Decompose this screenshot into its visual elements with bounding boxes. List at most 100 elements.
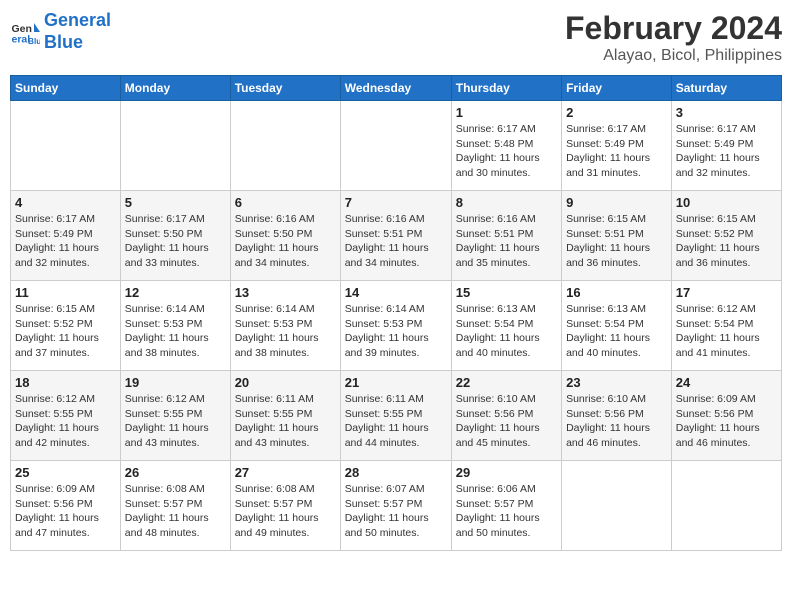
calendar-cell: 10Sunrise: 6:15 AM Sunset: 5:52 PM Dayli…: [671, 191, 781, 281]
page-header: Gen eral Blue GeneralBlue February 2024 …: [10, 10, 782, 65]
calendar-cell: 22 Sunrise: 6:10 AM Sunset: 5:56 PM Dayli…: [451, 371, 561, 461]
calendar-cell: 9 Sunrise: 6:15 AM Sunset: 5:51 PM Daylig…: [562, 191, 672, 281]
calendar-cell: 15 Sunrise: 6:13 AM Sunset: 5:54 PM Dayli…: [451, 281, 561, 371]
calendar-cell: 12 Sunrise: 6:14 AM Sunset: 5:53 PM Dayli…: [120, 281, 230, 371]
day-number: 2: [566, 105, 667, 120]
day-number: 12: [125, 285, 226, 300]
calendar-table: SundayMondayTuesdayWednesdayThursdayFrid…: [10, 75, 782, 551]
calendar-cell: 24 Sunrise: 6:09 AM Sunset: 5:56 PM Dayli…: [671, 371, 781, 461]
day-number: 17: [676, 285, 777, 300]
weekday-header: Saturday: [671, 76, 781, 101]
title-block: February 2024 Alayao, Bicol, Philippines: [565, 10, 782, 65]
day-info: Sunrise: 6:17 AM Sunset: 5:50 PM Dayligh…: [125, 212, 226, 271]
day-number: 4: [15, 195, 116, 210]
day-info: Sunrise: 6:17 AM Sunset: 5:49 PM Dayligh…: [566, 122, 667, 181]
calendar-cell: 27 Sunrise: 6:08 AM Sunset: 5:57 PM Dayli…: [230, 461, 340, 551]
calendar-cell: 29Sunrise: 6:06 AM Sunset: 5:57 PM Dayli…: [451, 461, 561, 551]
day-number: 22: [456, 375, 557, 390]
calendar-week-row: 18Sunrise: 6:12 AM Sunset: 5:55 PM Dayli…: [11, 371, 782, 461]
day-number: 16: [566, 285, 667, 300]
calendar-cell: 4 Sunrise: 6:17 AM Sunset: 5:49 PM Daylig…: [11, 191, 121, 281]
day-info: Sunrise: 6:11 AM Sunset: 5:55 PM Dayligh…: [345, 392, 447, 451]
day-info: Sunrise: 6:14 AM Sunset: 5:53 PM Dayligh…: [125, 302, 226, 361]
day-number: 9: [566, 195, 667, 210]
day-number: 21: [345, 375, 447, 390]
day-info: Sunrise: 6:09 AM Sunset: 5:56 PM Dayligh…: [676, 392, 777, 451]
svg-text:Blue: Blue: [28, 37, 40, 46]
calendar-cell: [671, 461, 781, 551]
day-number: 13: [235, 285, 336, 300]
day-info: Sunrise: 6:15 AM Sunset: 5:52 PM Dayligh…: [15, 302, 116, 361]
day-number: 3: [676, 105, 777, 120]
day-info: Sunrise: 6:14 AM Sunset: 5:53 PM Dayligh…: [235, 302, 336, 361]
day-info: Sunrise: 6:17 AM Sunset: 5:49 PM Dayligh…: [676, 122, 777, 181]
calendar-cell: 7 Sunrise: 6:16 AM Sunset: 5:51 PM Daylig…: [340, 191, 451, 281]
day-info: Sunrise: 6:10 AM Sunset: 5:56 PM Dayligh…: [456, 392, 557, 451]
calendar-week-row: 25Sunrise: 6:09 AM Sunset: 5:56 PM Dayli…: [11, 461, 782, 551]
day-info: Sunrise: 6:16 AM Sunset: 5:51 PM Dayligh…: [345, 212, 447, 271]
day-number: 15: [456, 285, 557, 300]
day-number: 19: [125, 375, 226, 390]
calendar-cell: 16 Sunrise: 6:13 AM Sunset: 5:54 PM Dayli…: [562, 281, 672, 371]
day-info: Sunrise: 6:13 AM Sunset: 5:54 PM Dayligh…: [456, 302, 557, 361]
calendar-cell: [230, 101, 340, 191]
month-title: February 2024: [565, 10, 782, 47]
day-number: 8: [456, 195, 557, 210]
day-info: Sunrise: 6:17 AM Sunset: 5:48 PM Dayligh…: [456, 122, 557, 181]
weekday-header: Wednesday: [340, 76, 451, 101]
day-number: 27: [235, 465, 336, 480]
weekday-header: Thursday: [451, 76, 561, 101]
calendar-week-row: 1 Sunrise: 6:17 AM Sunset: 5:48 PM Daylig…: [11, 101, 782, 191]
day-info: Sunrise: 6:14 AM Sunset: 5:53 PM Dayligh…: [345, 302, 447, 361]
day-number: 23: [566, 375, 667, 390]
calendar-cell: 20 Sunrise: 6:11 AM Sunset: 5:55 PM Dayli…: [230, 371, 340, 461]
calendar-cell: 18Sunrise: 6:12 AM Sunset: 5:55 PM Dayli…: [11, 371, 121, 461]
day-info: Sunrise: 6:11 AM Sunset: 5:55 PM Dayligh…: [235, 392, 336, 451]
calendar-cell: 3 Sunrise: 6:17 AM Sunset: 5:49 PM Daylig…: [671, 101, 781, 191]
logo-text: GeneralBlue: [44, 10, 111, 53]
calendar-cell: 8 Sunrise: 6:16 AM Sunset: 5:51 PM Daylig…: [451, 191, 561, 281]
calendar-cell: 13 Sunrise: 6:14 AM Sunset: 5:53 PM Dayli…: [230, 281, 340, 371]
weekday-header: Sunday: [11, 76, 121, 101]
day-number: 29: [456, 465, 557, 480]
calendar-cell: 2 Sunrise: 6:17 AM Sunset: 5:49 PM Daylig…: [562, 101, 672, 191]
calendar-cell: [120, 101, 230, 191]
calendar-week-row: 11Sunrise: 6:15 AM Sunset: 5:52 PM Dayli…: [11, 281, 782, 371]
day-number: 20: [235, 375, 336, 390]
day-info: Sunrise: 6:08 AM Sunset: 5:57 PM Dayligh…: [125, 482, 226, 541]
calendar-cell: 17 Sunrise: 6:12 AM Sunset: 5:54 PM Dayli…: [671, 281, 781, 371]
day-number: 25: [15, 465, 116, 480]
day-info: Sunrise: 6:15 AM Sunset: 5:51 PM Dayligh…: [566, 212, 667, 271]
day-info: Sunrise: 6:13 AM Sunset: 5:54 PM Dayligh…: [566, 302, 667, 361]
logo-icon: Gen eral Blue: [10, 17, 40, 47]
calendar-cell: [562, 461, 672, 551]
day-number: 26: [125, 465, 226, 480]
calendar-cell: 25Sunrise: 6:09 AM Sunset: 5:56 PM Dayli…: [11, 461, 121, 551]
calendar-cell: 14Sunrise: 6:14 AM Sunset: 5:53 PM Dayli…: [340, 281, 451, 371]
calendar-cell: [340, 101, 451, 191]
day-info: Sunrise: 6:07 AM Sunset: 5:57 PM Dayligh…: [345, 482, 447, 541]
calendar-cell: 21 Sunrise: 6:11 AM Sunset: 5:55 PM Dayli…: [340, 371, 451, 461]
calendar-cell: 23 Sunrise: 6:10 AM Sunset: 5:56 PM Dayli…: [562, 371, 672, 461]
location-title: Alayao, Bicol, Philippines: [565, 47, 782, 65]
day-number: 18: [15, 375, 116, 390]
day-info: Sunrise: 6:16 AM Sunset: 5:50 PM Dayligh…: [235, 212, 336, 271]
calendar-cell: 19Sunrise: 6:12 AM Sunset: 5:55 PM Dayli…: [120, 371, 230, 461]
calendar-cell: 26 Sunrise: 6:08 AM Sunset: 5:57 PM Dayli…: [120, 461, 230, 551]
day-number: 7: [345, 195, 447, 210]
day-number: 1: [456, 105, 557, 120]
day-info: Sunrise: 6:17 AM Sunset: 5:49 PM Dayligh…: [15, 212, 116, 271]
day-number: 6: [235, 195, 336, 210]
calendar-cell: 6 Sunrise: 6:16 AM Sunset: 5:50 PM Daylig…: [230, 191, 340, 281]
weekday-header: Tuesday: [230, 76, 340, 101]
day-info: Sunrise: 6:16 AM Sunset: 5:51 PM Dayligh…: [456, 212, 557, 271]
day-info: Sunrise: 6:08 AM Sunset: 5:57 PM Dayligh…: [235, 482, 336, 541]
day-info: Sunrise: 6:10 AM Sunset: 5:56 PM Dayligh…: [566, 392, 667, 451]
day-number: 24: [676, 375, 777, 390]
calendar-cell: 5Sunrise: 6:17 AM Sunset: 5:50 PM Daylig…: [120, 191, 230, 281]
day-number: 10: [676, 195, 777, 210]
calendar-week-row: 4 Sunrise: 6:17 AM Sunset: 5:49 PM Daylig…: [11, 191, 782, 281]
weekday-header: Monday: [120, 76, 230, 101]
calendar-cell: [11, 101, 121, 191]
day-info: Sunrise: 6:12 AM Sunset: 5:54 PM Dayligh…: [676, 302, 777, 361]
